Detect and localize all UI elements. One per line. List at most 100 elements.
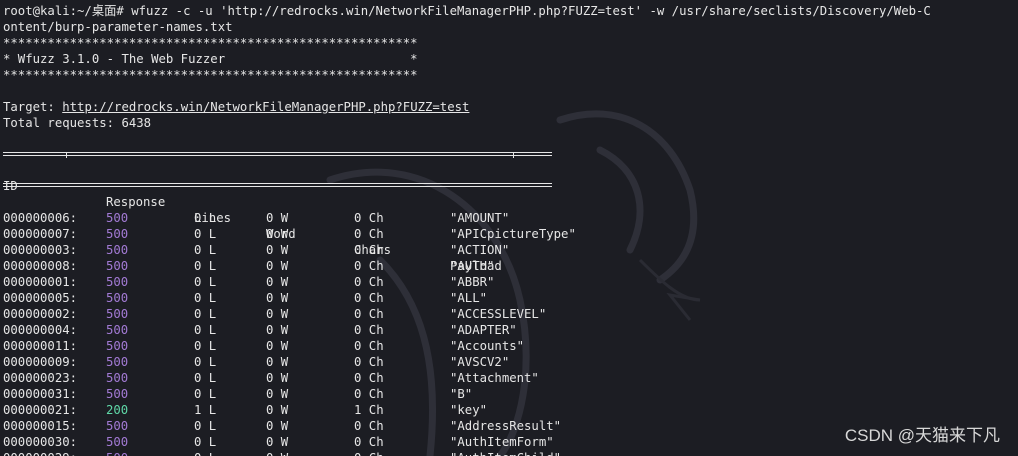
cell-payload: "key"	[450, 403, 488, 417]
cell-payload: "AMOUNT"	[450, 211, 510, 225]
cell-response: 200	[106, 403, 129, 417]
cell-lines: 0 L	[194, 291, 217, 305]
table-row: 000000008: 500 0 L 0 W 0 Ch "AUTH"	[3, 258, 1003, 274]
table-row: 000000003: 500 0 L 0 W 0 Ch "ACTION"	[3, 242, 1003, 258]
cell-chars: 0 Ch	[354, 419, 384, 433]
cell-word: 0 W	[266, 291, 289, 305]
cell-word: 0 W	[266, 243, 289, 257]
cell-id: 000000009:	[3, 355, 78, 369]
cell-id: 000000011:	[3, 339, 78, 353]
cell-word: 0 W	[266, 323, 289, 337]
cell-chars: 0 Ch	[354, 355, 384, 369]
cell-chars: 1 Ch	[354, 403, 384, 417]
cell-response: 500	[106, 307, 129, 321]
cell-response: 500	[106, 419, 129, 433]
cell-id: 000000003:	[3, 243, 78, 257]
cell-lines: 0 L	[194, 371, 217, 385]
cell-lines: 0 L	[194, 419, 217, 433]
table-row: 000000011: 500 0 L 0 W 0 Ch "Accounts"	[3, 338, 1003, 354]
cell-word: 0 W	[266, 259, 289, 273]
target-line: Target: http://redrocks.win/NetworkFileM…	[3, 99, 469, 115]
cell-word: 0 W	[266, 419, 289, 433]
cell-lines: 0 L	[194, 243, 217, 257]
cell-id: 000000006:	[3, 211, 78, 225]
cell-lines: 0 L	[194, 307, 217, 321]
cell-id: 000000005:	[3, 291, 78, 305]
cell-payload: "B"	[450, 387, 473, 401]
cell-response: 500	[106, 387, 129, 401]
cell-payload: "AuthItemForm"	[450, 435, 554, 449]
target-label: Target:	[3, 100, 63, 114]
cell-lines: 0 L	[194, 275, 217, 289]
target-url-link[interactable]: http://redrocks.win/NetworkFileManagerPH…	[62, 100, 469, 114]
cell-lines: 0 L	[194, 323, 217, 337]
cell-response: 500	[106, 243, 129, 257]
table-row: 000000004: 500 0 L 0 W 0 Ch "ADAPTER"	[3, 322, 1003, 338]
cell-response: 500	[106, 435, 129, 449]
cell-payload: "Accounts"	[450, 339, 525, 353]
cell-id: 000000008:	[3, 259, 78, 273]
cell-chars: 0 Ch	[354, 275, 384, 289]
cell-id: 000000029:	[3, 450, 77, 456]
cell-chars: 0 Ch	[354, 259, 384, 273]
cell-word: 0 W	[266, 387, 289, 401]
cell-id: 000000021:	[3, 403, 78, 417]
cell-payload: "APICpictureType"	[450, 227, 576, 241]
cell-chars: 0 Ch	[354, 211, 384, 225]
cell-id: 000000031:	[3, 387, 78, 401]
cell-word: 0 W	[266, 275, 289, 289]
cell-response: 500	[106, 259, 129, 273]
table-row: 000000005: 500 0 L 0 W 0 Ch "ALL"	[3, 290, 1003, 306]
cell-chars: 0 Ch	[354, 339, 384, 353]
cell-payload: "ADAPTER"	[450, 323, 517, 337]
cell-word: 0 W	[266, 227, 289, 241]
cell-lines: 0 L	[194, 450, 216, 456]
csdn-watermark: CSDN @天猫来下凡	[844, 426, 1000, 445]
cell-payload: "ABBR"	[450, 275, 495, 289]
cell-chars: 0 Ch	[354, 227, 384, 241]
total-requests: Total requests: 6438	[3, 116, 152, 130]
cell-response: 500	[106, 371, 129, 385]
cell-id: 000000030:	[3, 435, 78, 449]
header-response: Response	[106, 195, 166, 209]
table-row: 000000031: 500 0 L 0 W 0 Ch "B"	[3, 386, 1003, 402]
table-row: 000000007: 500 0 L 0 W 0 Ch "APICpictureType"	[3, 226, 1003, 242]
cell-lines: 1 L	[194, 403, 217, 417]
cell-id: 000000007:	[3, 227, 78, 241]
cell-lines: 0 L	[194, 227, 217, 241]
cell-word: 0 W	[266, 371, 289, 385]
cell-payload: "ACTION"	[450, 243, 510, 257]
cell-word: 0 W	[266, 450, 288, 456]
cell-lines: 0 L	[194, 435, 217, 449]
table-header-rule	[3, 183, 552, 187]
table-top-rule	[3, 152, 552, 156]
cell-lines: 0 L	[194, 387, 217, 401]
cell-word: 0 W	[266, 339, 289, 353]
table-row: 000000009: 500 0 L 0 W 0 Ch "AVSCV2"	[3, 354, 1003, 370]
terminal-window[interactable]: root@kali:~/桌面# wfuzz -c -u 'http://redr…	[0, 0, 1018, 456]
cell-word: 0 W	[266, 355, 289, 369]
cell-payload: "AUTH"	[450, 259, 495, 273]
cell-id: 000000002:	[3, 307, 78, 321]
banner-title: * Wfuzz 3.1.0 - The Web Fuzzer *	[3, 52, 418, 66]
cell-chars: 0 Ch	[354, 323, 384, 337]
table-row: 000000021: 200 1 L 0 W 1 Ch "key"	[3, 402, 1003, 418]
table-header-row: ID Response Lines Word Chars Payload	[3, 162, 1003, 273]
cell-payload: "Attachment"	[450, 371, 539, 385]
cell-lines: 0 L	[194, 355, 217, 369]
cell-chars: 0 Ch	[354, 435, 384, 449]
cell-id: 000000001:	[3, 275, 78, 289]
cell-response: 500	[106, 291, 129, 305]
cell-word: 0 W	[266, 403, 289, 417]
cell-response: 500	[106, 211, 129, 225]
cell-response: 500	[106, 275, 129, 289]
cell-lines: 0 L	[194, 259, 217, 273]
cell-response: 500	[106, 355, 129, 369]
cell-payload: "AddressResult"	[450, 419, 562, 433]
table-rule-tick	[66, 152, 67, 158]
cell-chars: 0 Ch	[354, 307, 384, 321]
cell-payload: "ALL"	[450, 291, 488, 305]
cell-payload: "AVSCV2"	[450, 355, 510, 369]
cell-payload: "ACCESSLEVEL"	[450, 307, 547, 321]
cell-id: 000000023:	[3, 371, 78, 385]
